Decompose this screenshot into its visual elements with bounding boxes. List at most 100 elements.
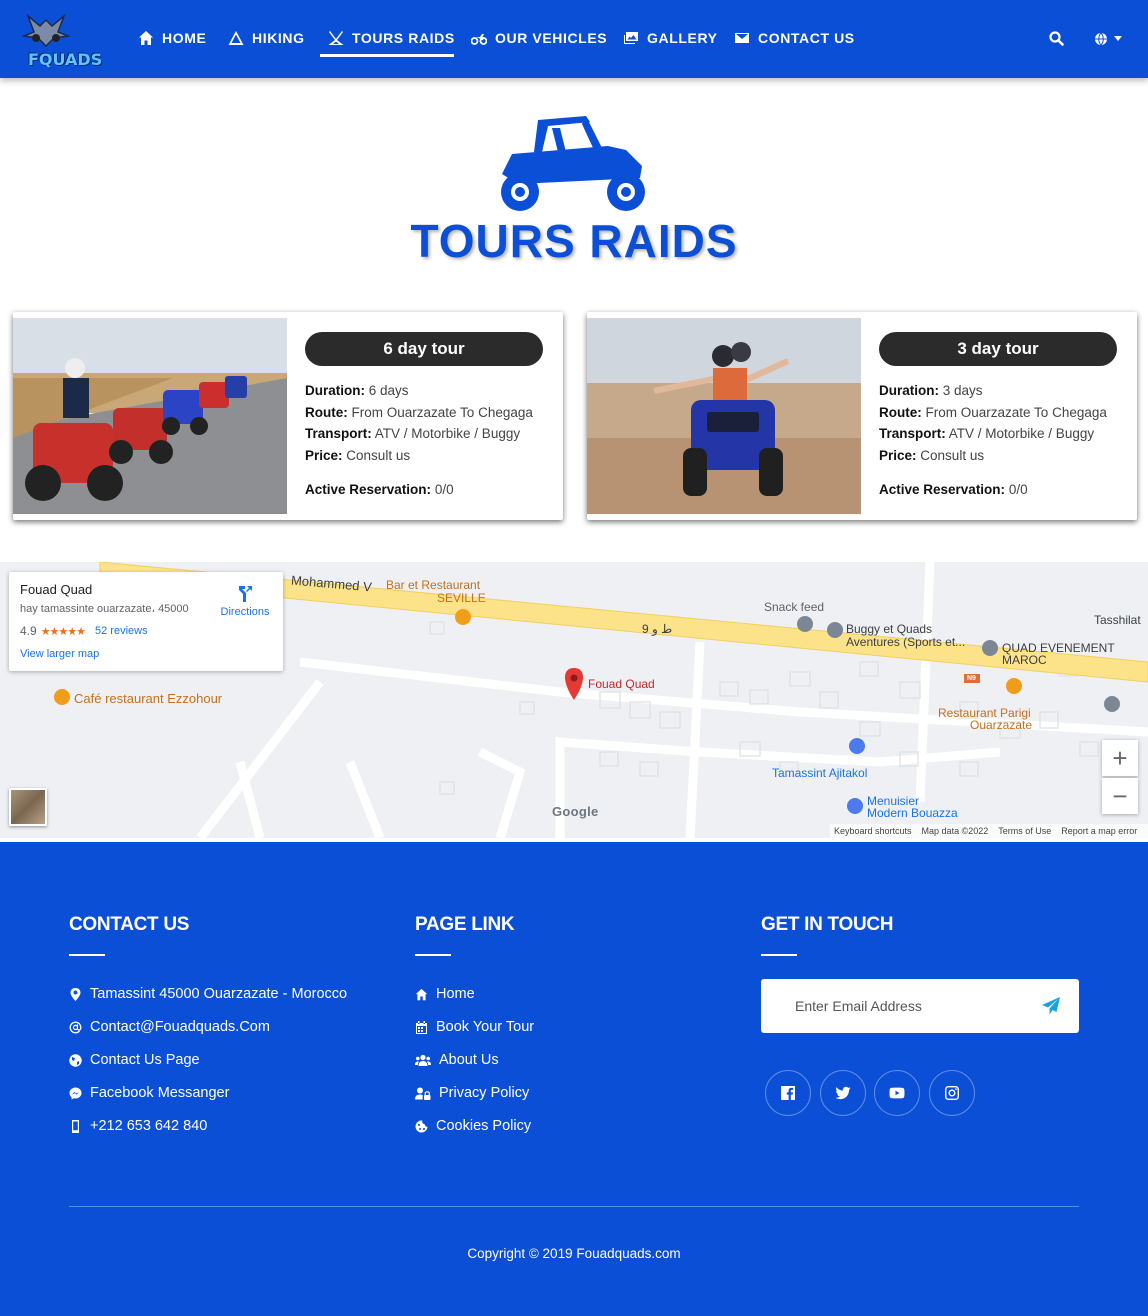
map-attribution: Keyboard shortcuts Map data ©2022 Terms … (830, 824, 1148, 838)
nav-home-label: HOME (162, 30, 207, 46)
map-label-parigi-2: Ouarzazate (970, 718, 1033, 732)
transport-value: ATV / Motorbike / Buggy (374, 426, 521, 442)
instagram-link[interactable] (929, 1070, 975, 1116)
directions-button[interactable]: Directions (215, 584, 275, 618)
contact-messenger[interactable]: Facebook Messanger (69, 1085, 229, 1101)
site-logo[interactable]: FQUADS (12, 10, 102, 69)
at-icon (69, 1021, 82, 1033)
home-icon (415, 988, 428, 1000)
zoom-out-button[interactable]: − (1102, 778, 1138, 814)
users-icon (415, 1054, 431, 1066)
contact-messenger-text: Facebook Messanger (90, 1085, 230, 1101)
nav-gallery[interactable]: GALLERY (623, 26, 718, 50)
youtube-icon (889, 1087, 905, 1099)
divider (761, 954, 797, 956)
email-input[interactable] (781, 979, 1031, 1033)
map-label-buggy-2: Aventures (Sports et... (846, 635, 966, 649)
satellite-toggle[interactable] (9, 788, 47, 826)
nav-tours-raids[interactable]: TOURS RAIDS (328, 26, 455, 50)
map-label-arabic: ط و 9 (642, 622, 673, 636)
map-marker-icon (70, 987, 81, 1001)
mobile-icon (72, 1119, 79, 1133)
contact-address-text: Tamassint 45000 Ouarzazate - Morocco (90, 986, 348, 1002)
facebook-link[interactable] (765, 1070, 811, 1116)
contact-page-text: Contact Us Page (90, 1052, 200, 1068)
contact-page-link[interactable]: Contact Us Page (69, 1052, 200, 1068)
footer-link-home-label: Home (436, 986, 475, 1002)
nav-home[interactable]: HOME (138, 26, 206, 50)
nav-contact-us-label: CONTACT US (758, 30, 855, 46)
map-label-seville: SEVILLE (437, 591, 486, 605)
route-label: Route: (879, 404, 922, 420)
map-label-quad-evenement-2: MAROC (1002, 653, 1047, 667)
report-error-link[interactable]: Report a map error (1061, 826, 1137, 836)
tour-duration-badge: 3 day tour (879, 332, 1117, 366)
footer-link-cookies[interactable]: Cookies Policy (415, 1118, 531, 1134)
messenger-icon (69, 1087, 82, 1099)
globe-icon (69, 1053, 82, 1067)
facebook-icon (781, 1086, 795, 1100)
map-label-buggy: Buggy et Quads (846, 622, 933, 636)
place-rating: 4.9 ★★★★★ 52 reviews (20, 624, 148, 638)
rating-stars: ★★★★★ (40, 625, 86, 638)
price-value: Consult us (920, 448, 985, 464)
map-label-snack: Snack feed (764, 600, 825, 614)
site-footer: CONTACT US Tamassint 45000 Ouarzazate - … (0, 842, 1148, 1316)
active-reservation: Active Reservation: 0/0 (879, 482, 1028, 497)
top-navbar: FQUADS HOME HIKING TOURS RAIDS OUR VEHIC… (0, 0, 1148, 78)
subscribe-button[interactable] (1041, 996, 1061, 1016)
nav-contact-us[interactable]: CONTACT US (734, 26, 855, 50)
get-in-touch-heading: GET IN TOUCH (761, 914, 894, 935)
footer-link-about-label: About Us (439, 1052, 499, 1068)
nav-our-vehicles[interactable]: OUR VEHICLES (471, 26, 607, 50)
reviews-link[interactable]: 52 reviews (95, 625, 148, 637)
footer-link-privacy[interactable]: Privacy Policy (415, 1085, 529, 1101)
contact-email-text: Contact@Fouadquads.Com (90, 1019, 270, 1035)
google-logo: Google (552, 804, 599, 819)
twitter-link[interactable] (820, 1070, 866, 1116)
nav-our-vehicles-label: OUR VEHICLES (495, 30, 608, 46)
page-title: TOURS RAIDS (410, 215, 738, 267)
map-label-bar: Bar et Restaurant (386, 578, 481, 592)
footer-link-book[interactable]: Book Your Tour (415, 1019, 534, 1035)
footer-link-home[interactable]: Home (415, 986, 475, 1002)
terms-link[interactable]: Terms of Use (998, 826, 1051, 836)
search-button[interactable] (1048, 30, 1066, 48)
footer-divider (69, 1206, 1079, 1207)
transport-value: ATV / Motorbike / Buggy (948, 426, 1095, 442)
contact-phone[interactable]: +212 653 642 840 (69, 1118, 207, 1134)
footer-link-about[interactable]: About Us (415, 1052, 499, 1068)
tour-image (13, 318, 287, 514)
view-larger-map-link[interactable]: View larger map (20, 648, 99, 660)
envelope-icon (735, 33, 749, 43)
tour-details: Duration: 3 days Route: From Ouarzazate … (879, 380, 1107, 467)
contact-email[interactable]: Contact@Fouadquads.Com (69, 1019, 270, 1035)
keyboard-shortcuts-link[interactable]: Keyboard shortcuts (834, 826, 912, 836)
route-value: From Ouarzazate To Chegaga (925, 404, 1107, 420)
footer-link-privacy-label: Privacy Policy (439, 1085, 530, 1101)
duration-label: Duration: (305, 383, 365, 398)
map-label-tasshilat: Tasshilat (1094, 613, 1141, 627)
footer-link-book-label: Book Your Tour (436, 1019, 535, 1035)
duration-label: Duration: (879, 383, 939, 398)
minus-icon: − (1112, 780, 1128, 811)
reservation-value: 0/0 (434, 482, 454, 497)
google-map[interactable]: Mohammed V Bar et Restaurant SEVILLE ط و… (0, 562, 1148, 838)
footer-link-cookies-label: Cookies Policy (436, 1118, 532, 1134)
nav-hiking[interactable]: HIKING (228, 26, 305, 50)
tour-card[interactable]: 3 day tour Duration: 3 days Route: From … (587, 312, 1137, 520)
contact-phone-text: +212 653 642 840 (90, 1118, 208, 1134)
mountain-icon (228, 31, 244, 45)
language-selector[interactable] (1094, 30, 1128, 48)
transport-label: Transport: (879, 426, 946, 442)
duration-value: 3 days (942, 383, 983, 398)
images-icon (624, 32, 638, 44)
youtube-link[interactable] (874, 1070, 920, 1116)
plus-icon: + (1112, 742, 1128, 773)
zoom-in-button[interactable]: + (1102, 740, 1138, 776)
cookie-icon (415, 1120, 428, 1132)
nav-gallery-label: GALLERY (647, 30, 718, 46)
duration-value: 6 days (368, 383, 409, 398)
search-icon (1049, 31, 1064, 46)
tour-card[interactable]: 6 day tour Duration: 6 days Route: From … (13, 312, 563, 520)
